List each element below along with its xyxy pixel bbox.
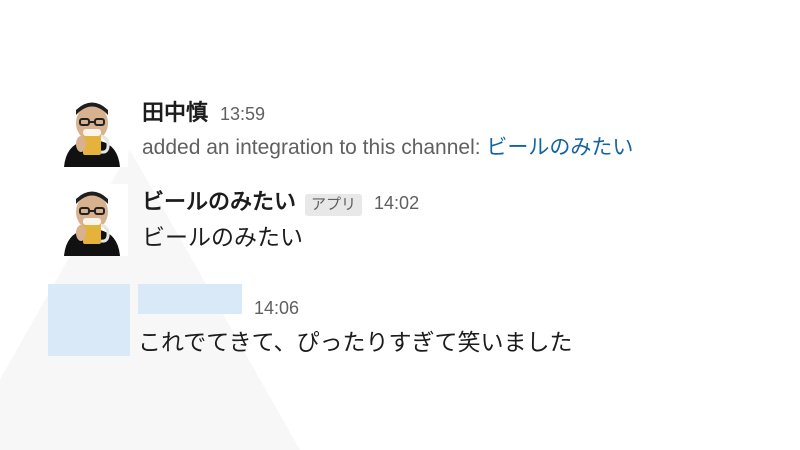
redacted-avatar [48,284,130,356]
integration-notice-text: added an integration to this channel: [142,136,487,159]
message-content: 田中慎 13:59 added an integration to this c… [142,95,782,163]
message-time[interactable]: 14:06 [254,298,299,319]
message-text: これでてきて、ぴったりすぎて笑いました [138,329,573,355]
slack-message-thread: 田中慎 13:59 added an integration to this c… [0,0,800,450]
message-header: 14:06 [138,284,778,318]
user-avatar[interactable] [56,95,128,167]
integration-notice: added an integration to this channel: ビー… [142,133,782,163]
sender-name[interactable]: 田中慎 [142,95,208,127]
message-header: ビールのみたい アプリ 14:02 [142,184,782,216]
redacted-sender-name [138,284,242,314]
person-drinking-beer-icon [56,95,128,167]
integration-link[interactable]: ビールのみたい [486,136,633,159]
message-header: 田中慎 13:59 [142,95,782,125]
person-drinking-beer-icon [56,184,128,256]
message-content: 14:06 これでてきて、ぴったりすぎて笑いました [138,284,778,357]
app-avatar[interactable] [56,184,128,256]
message-time[interactable]: 14:02 [374,193,419,214]
message-content: ビールのみたい アプリ 14:02 ビールのみたい [142,184,782,252]
message-text: ビールのみたい [142,224,303,250]
app-name[interactable]: ビールのみたい [142,184,296,216]
app-badge: アプリ [305,194,363,216]
message-time[interactable]: 13:59 [220,104,265,125]
